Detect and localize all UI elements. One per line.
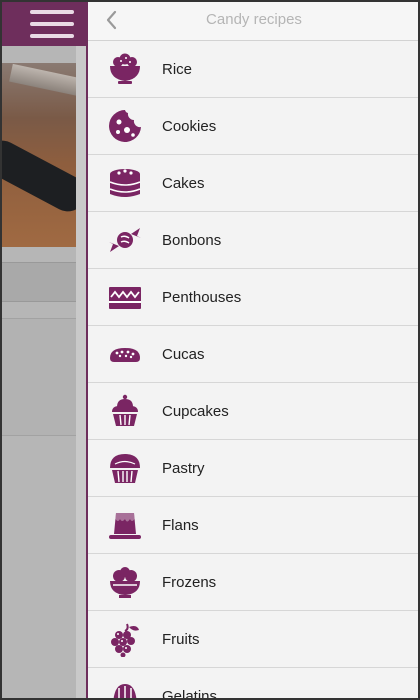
menu-item-label: Cucas (162, 345, 205, 363)
hamburger-menu-icon[interactable] (30, 10, 74, 38)
menu-item-penthouses[interactable]: Penthouses (88, 269, 420, 326)
menu-item-gelatins[interactable]: Gelatins (88, 668, 420, 700)
flan-icon (107, 507, 143, 543)
background-edge (76, 46, 86, 700)
menu-item-label: Penthouses (162, 288, 242, 306)
menu-item-cupcakes[interactable]: Cupcakes (88, 383, 420, 440)
app-header (0, 0, 86, 46)
menu-item-label: Pastry (162, 459, 205, 477)
menu-item-label: Bonbons (162, 231, 222, 249)
menu-item-pastry[interactable]: Pastry (88, 440, 420, 497)
menu-item-label: Rice (162, 60, 193, 78)
menu-item-frozens[interactable]: Frozens (88, 554, 420, 611)
background-band (0, 262, 76, 302)
layer-cake-icon (107, 279, 143, 315)
app-screen: Candy recipes Rice Cookies Cakes Bonbons… (0, 0, 420, 700)
recipe-photo (0, 63, 76, 247)
menu-item-cookies[interactable]: Cookies (88, 98, 420, 155)
ice-cream-bowl-icon (107, 564, 143, 600)
menu-item-label: Gelatins (162, 687, 218, 700)
menu-item-flans[interactable]: Flans (88, 497, 420, 554)
menu-item-cakes[interactable]: Cakes (88, 155, 420, 212)
gelatin-icon (107, 678, 143, 700)
drawer-title: Candy recipes (206, 11, 302, 28)
bread-icon (107, 336, 143, 372)
navigation-drawer: Candy recipes Rice Cookies Cakes Bonbons… (86, 0, 420, 700)
menu-item-label: Frozens (162, 573, 217, 591)
background-panel (0, 318, 76, 436)
menu-item-bonbons[interactable]: Bonbons (88, 212, 420, 269)
background-app (0, 0, 86, 700)
muffin-icon (107, 450, 143, 486)
menu-item-label: Cakes (162, 174, 205, 192)
cake-icon (107, 165, 143, 201)
menu-item-label: Fruits (162, 630, 200, 648)
menu-item-label: Cupcakes (162, 402, 229, 420)
menu-item-rice[interactable]: Rice (88, 41, 420, 98)
rice-bowl-icon (107, 51, 143, 87)
drawer-header: Candy recipes (88, 0, 420, 41)
menu-item-cucas[interactable]: Cucas (88, 326, 420, 383)
menu-item-label: Flans (162, 516, 199, 534)
menu-item-label: Cookies (162, 117, 217, 135)
grapes-icon (107, 621, 143, 657)
cookie-icon (107, 108, 143, 144)
cupcake-icon (107, 393, 143, 429)
menu-item-fruits[interactable]: Fruits (88, 611, 420, 668)
category-list: Rice Cookies Cakes Bonbons Penthouses Cu… (88, 41, 420, 700)
candy-icon (107, 222, 143, 258)
